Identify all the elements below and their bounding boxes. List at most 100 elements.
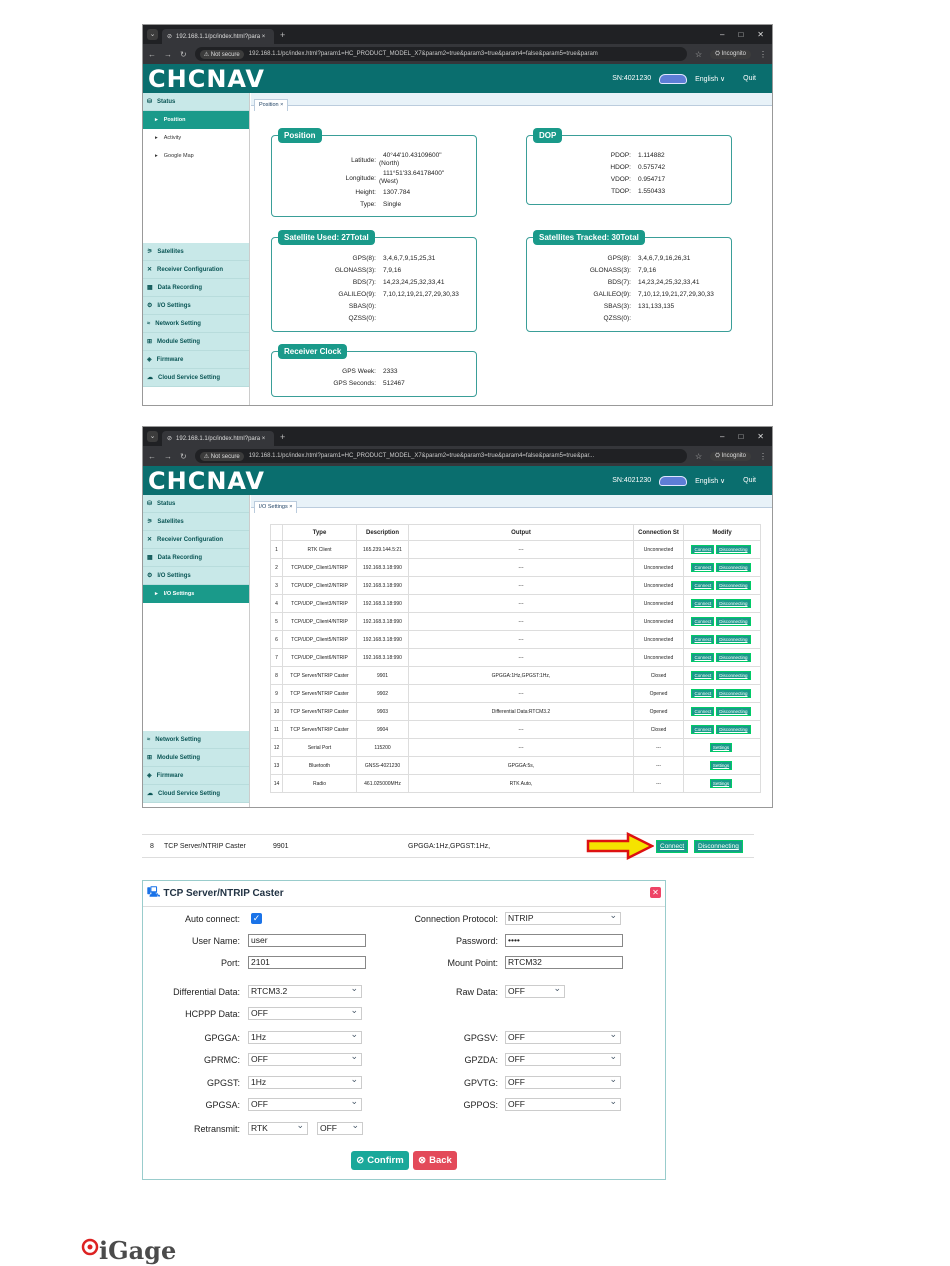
menu-kebab-icon[interactable]: ⋮ bbox=[759, 50, 767, 59]
connect-button[interactable]: Connect bbox=[691, 617, 715, 626]
disconnect-button[interactable]: Disconnecting bbox=[694, 840, 743, 853]
disconnect-button[interactable]: Disconnecting bbox=[716, 545, 751, 554]
sidebar-item-io-settings[interactable]: ⚙ I/O Settings bbox=[143, 297, 249, 315]
sidebar-item-status[interactable]: ⛁ Status bbox=[143, 93, 249, 111]
sidebar-item-firmware[interactable]: ◈ Firmware bbox=[143, 767, 249, 785]
close-icon[interactable]: ✕ bbox=[650, 887, 661, 898]
not-secure-badge[interactable]: ⚠ Not secure bbox=[199, 49, 244, 59]
back-button[interactable]: ⊗ Back bbox=[413, 1151, 457, 1170]
auto-connect-checkbox[interactable]: ✓ bbox=[251, 913, 262, 924]
hcppp-data-select[interactable]: OFF bbox=[248, 1005, 362, 1020]
gpzda-select[interactable]: OFF bbox=[505, 1051, 621, 1066]
gpgsa-select[interactable]: OFF bbox=[248, 1096, 362, 1111]
port-input[interactable]: 2101 bbox=[248, 956, 366, 969]
confirm-button[interactable]: ⊘ Confirm bbox=[351, 1151, 409, 1170]
gpgsv-select[interactable]: OFF bbox=[505, 1029, 621, 1044]
maximize-icon[interactable]: □ bbox=[738, 30, 743, 39]
disconnect-button[interactable]: Disconnecting bbox=[716, 581, 751, 590]
gprmc-select[interactable]: OFF bbox=[248, 1051, 362, 1066]
gppos-select[interactable]: OFF bbox=[505, 1096, 621, 1111]
connect-button[interactable]: Connect bbox=[691, 581, 715, 590]
forward-icon[interactable]: → bbox=[164, 50, 172, 59]
forward-icon[interactable]: → bbox=[164, 452, 172, 461]
incognito-badge[interactable]: ⛭ Incognito bbox=[710, 451, 751, 461]
raw-data-select[interactable]: OFF bbox=[505, 983, 565, 998]
disconnect-button[interactable]: Disconnecting bbox=[716, 635, 751, 644]
url-bar[interactable]: ⚠ Not secure 192.168.1.1/pc/index.html?pa… bbox=[194, 449, 687, 463]
connect-button[interactable]: Connect bbox=[656, 840, 689, 853]
sidebar-item-module-setting[interactable]: ⊞ Module Setting bbox=[143, 333, 249, 351]
language-select[interactable]: English ∨ bbox=[695, 75, 725, 83]
reload-icon[interactable]: ↻ bbox=[180, 50, 187, 59]
connect-button[interactable]: Connect bbox=[691, 563, 715, 572]
sidebar-subitem-position[interactable]: ▸ Position bbox=[143, 111, 249, 129]
not-secure-badge[interactable]: ⚠ Not secure bbox=[199, 451, 244, 461]
sidebar-item-network-setting[interactable]: ≈ Network Setting bbox=[143, 731, 249, 749]
browser-tab[interactable]: ⊘ 192.168.1.1/pc/index.html?para × bbox=[162, 431, 274, 446]
gpgga-select[interactable]: 1Hz bbox=[248, 1029, 362, 1044]
differential-data-select[interactable]: RTCM3.2 bbox=[248, 983, 362, 998]
password-input[interactable]: •••• bbox=[505, 934, 623, 947]
connect-button[interactable]: Connect bbox=[691, 689, 715, 698]
disconnect-button[interactable]: Disconnecting bbox=[716, 689, 751, 698]
connect-button[interactable]: Connect bbox=[691, 635, 715, 644]
bookmark-star-icon[interactable]: ☆ bbox=[695, 452, 702, 461]
sidebar-item-network-setting[interactable]: ≈ Network Setting bbox=[143, 315, 249, 333]
sidebar-subitem-io-settings[interactable]: ▸ I/O Settings bbox=[143, 585, 249, 603]
disconnect-button[interactable]: Disconnecting bbox=[716, 653, 751, 662]
sidebar-item-io-settings[interactable]: ⚙ I/O Settings bbox=[143, 567, 249, 585]
retransmit-mode-select[interactable]: RTK bbox=[248, 1120, 308, 1135]
sidebar-item-data-recording[interactable]: ▦ Data Recording bbox=[143, 279, 249, 297]
disconnect-button[interactable]: Disconnecting bbox=[716, 617, 751, 626]
back-icon[interactable]: ← bbox=[148, 452, 156, 461]
sidebar-item-receiver-configuration[interactable]: ✕ Receiver Configuration bbox=[143, 261, 249, 279]
connect-button[interactable]: Connect bbox=[691, 671, 715, 680]
new-tab-icon[interactable]: + bbox=[280, 30, 285, 40]
sidebar-item-status[interactable]: ⛁ Status bbox=[143, 495, 249, 513]
disconnect-button[interactable]: Disconnecting bbox=[716, 725, 751, 734]
connect-button[interactable]: Connect bbox=[691, 653, 715, 662]
sidebar-item-receiver-configuration[interactable]: ✕ Receiver Configuration bbox=[143, 531, 249, 549]
tab-io-settings[interactable]: I/O Settings × bbox=[254, 501, 298, 513]
connect-button[interactable]: Connect bbox=[691, 599, 715, 608]
mount-point-input[interactable]: RTCM32 bbox=[505, 956, 623, 969]
connect-button[interactable]: Connect bbox=[691, 725, 715, 734]
tab-search-icon[interactable]: ⌄ bbox=[147, 431, 158, 442]
minimize-icon[interactable]: – bbox=[720, 30, 724, 39]
settings-button[interactable]: Settings bbox=[709, 761, 733, 770]
browser-tab[interactable]: ⊘ 192.168.1.1/pc/index.html?para × bbox=[162, 29, 274, 44]
disconnect-button[interactable]: Disconnecting bbox=[716, 599, 751, 608]
sidebar-subitem-activity[interactable]: ▸ Activity bbox=[143, 129, 249, 147]
settings-button[interactable]: Settings bbox=[709, 743, 733, 752]
sidebar-item-satellites[interactable]: ⚞ Satellites bbox=[143, 513, 249, 531]
url-bar[interactable]: ⚠ Not secure 192.168.1.1/pc/index.html?pa… bbox=[194, 47, 687, 61]
sidebar-item-module-setting[interactable]: ⊞ Module Setting bbox=[143, 749, 249, 767]
close-window-icon[interactable]: ✕ bbox=[757, 30, 764, 39]
tab-search-icon[interactable]: ⌄ bbox=[147, 29, 158, 40]
reload-icon[interactable]: ↻ bbox=[180, 452, 187, 461]
gpgst-select[interactable]: 1Hz bbox=[248, 1074, 362, 1089]
tab-position[interactable]: Position × bbox=[254, 99, 289, 111]
sidebar-item-cloud-service[interactable]: ☁ Cloud Service Setting bbox=[143, 369, 249, 387]
sidebar-subitem-google-map[interactable]: ▸ Google Map bbox=[143, 147, 249, 165]
settings-button[interactable]: Settings bbox=[709, 779, 733, 788]
user-name-input[interactable]: user bbox=[248, 934, 366, 947]
back-icon[interactable]: ← bbox=[148, 50, 156, 59]
disconnect-button[interactable]: Disconnecting bbox=[716, 671, 751, 680]
disconnect-button[interactable]: Disconnecting bbox=[716, 563, 751, 572]
menu-kebab-icon[interactable]: ⋮ bbox=[759, 452, 767, 461]
disconnect-button[interactable]: Disconnecting bbox=[716, 707, 751, 716]
connect-button[interactable]: Connect bbox=[691, 707, 715, 716]
language-select[interactable]: English ∨ bbox=[695, 477, 725, 485]
sidebar-item-satellites[interactable]: ⚞ Satellites bbox=[143, 243, 249, 261]
connect-button[interactable]: Connect bbox=[691, 545, 715, 554]
new-tab-icon[interactable]: + bbox=[280, 432, 285, 442]
incognito-badge[interactable]: ⛭ Incognito bbox=[710, 49, 751, 59]
minimize-icon[interactable]: – bbox=[720, 432, 724, 441]
quit-button[interactable]: Quit bbox=[743, 75, 756, 82]
gpvtg-select[interactable]: OFF bbox=[505, 1074, 621, 1089]
sidebar-item-cloud-service[interactable]: ☁ Cloud Service Setting bbox=[143, 785, 249, 803]
sidebar-item-data-recording[interactable]: ▦ Data Recording bbox=[143, 549, 249, 567]
connection-protocol-select[interactable]: NTRIP bbox=[505, 910, 621, 925]
quit-button[interactable]: Quit bbox=[743, 477, 756, 484]
